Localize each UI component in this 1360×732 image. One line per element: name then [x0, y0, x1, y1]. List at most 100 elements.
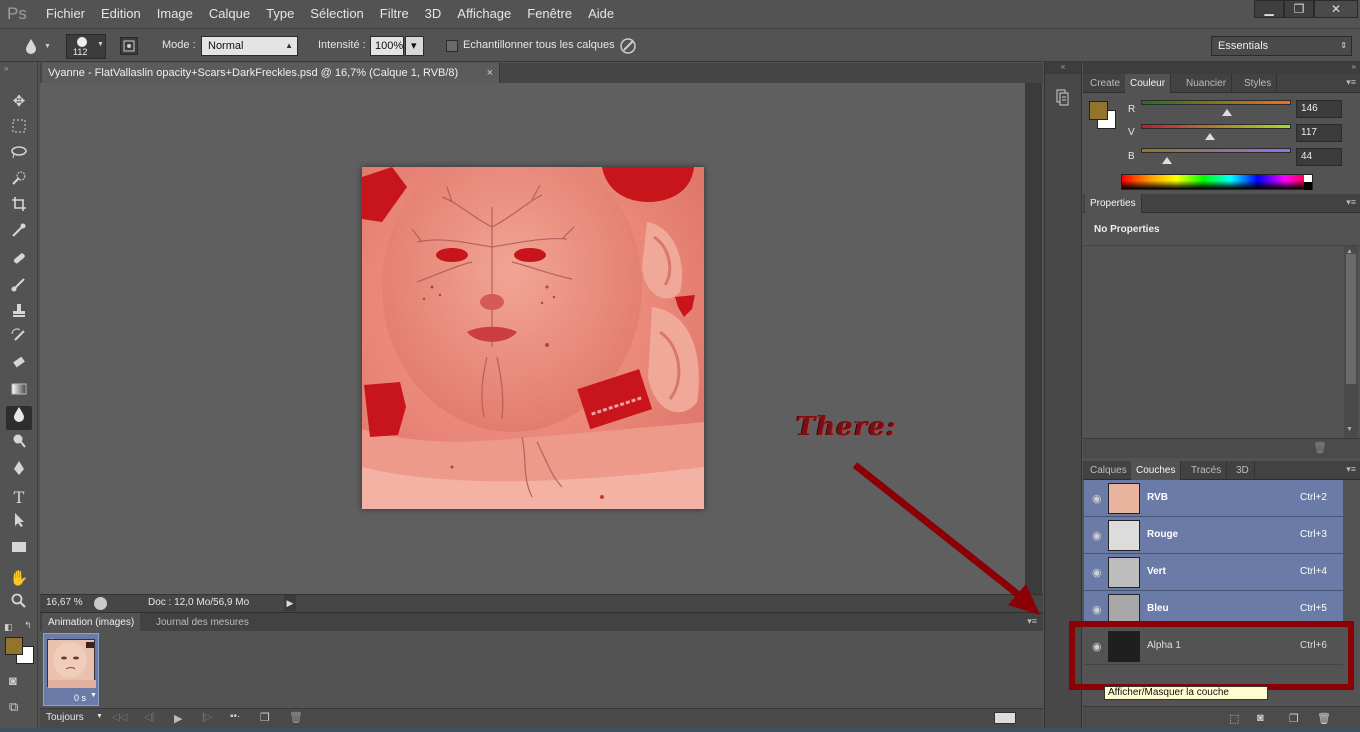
tab-paths[interactable]: Tracés — [1186, 461, 1228, 480]
blue-slider-thumb[interactable] — [1161, 157, 1172, 164]
menu-item-0[interactable]: Fichier — [38, 0, 93, 28]
tab-measurement-log[interactable]: Journal des mesures — [150, 613, 255, 632]
marquee-tool-icon[interactable] — [6, 117, 32, 141]
hand-tool-icon[interactable]: ✋ — [6, 567, 32, 591]
type-tool-icon[interactable]: T — [6, 486, 32, 510]
delete-channel-icon[interactable]: 🗑 — [1317, 712, 1331, 725]
eraser-tool-icon[interactable] — [6, 354, 32, 378]
menu-item-9[interactable]: Fenêtre — [519, 0, 580, 28]
menu-item-7[interactable]: 3D — [417, 0, 450, 28]
workspace-select[interactable]: Essentials ⇕ — [1211, 36, 1352, 56]
close-document-icon[interactable]: × — [487, 63, 493, 83]
preset-dropdown-arrow-icon[interactable]: ▼ — [44, 43, 51, 50]
status-info-icon[interactable] — [94, 597, 107, 610]
tab-animation[interactable]: Animation (images) — [42, 613, 141, 632]
color-panel-foreground-swatch[interactable] — [1089, 101, 1108, 120]
frame-delay-arrow-icon[interactable]: ▼ — [90, 692, 97, 699]
blue-slider-track[interactable] — [1141, 148, 1291, 153]
rectangle-tool-icon[interactable] — [6, 538, 32, 562]
menu-item-5[interactable]: Sélection — [302, 0, 371, 28]
minimize-button[interactable]: ▁ — [1254, 0, 1284, 18]
toolbar-collapse-icon[interactable]: » — [4, 64, 8, 73]
next-frame-icon[interactable]: |▷ — [202, 712, 212, 723]
tab-styles[interactable]: Styles — [1239, 74, 1278, 93]
menu-item-6[interactable]: Filtre — [372, 0, 417, 28]
tab-3d[interactable]: 3D — [1231, 461, 1255, 480]
status-menu-arrow-icon[interactable]: ▶ — [284, 595, 296, 611]
zoom-tool-icon[interactable] — [6, 593, 32, 617]
color-panel-menu-icon[interactable]: ▾≡ — [1346, 77, 1356, 88]
menu-item-3[interactable]: Calque — [201, 0, 258, 28]
tab-layers[interactable]: Calques — [1085, 461, 1133, 480]
loop-option[interactable]: Toujours — [46, 712, 84, 723]
red-slider-thumb[interactable] — [1221, 109, 1232, 116]
swap-colors-icon[interactable]: ↰ — [24, 620, 32, 631]
lasso-tool-icon[interactable] — [6, 143, 32, 167]
visibility-eye-icon[interactable]: ◉ — [1092, 492, 1102, 505]
channels-panel-menu-icon[interactable]: ▾≡ — [1346, 464, 1356, 475]
history-brush-tool-icon[interactable] — [6, 328, 32, 352]
loop-dropdown-icon[interactable]: ▼ — [96, 713, 103, 720]
restore-button[interactable]: ❐ — [1284, 0, 1314, 18]
blur-tool-icon[interactable] — [6, 406, 32, 430]
menu-item-1[interactable]: Edition — [93, 0, 149, 28]
eyedropper-tool-icon[interactable] — [6, 222, 32, 246]
foreground-color-swatch[interactable] — [5, 637, 23, 655]
blue-value-input[interactable]: 44 — [1296, 148, 1342, 166]
properties-scroll-down-icon[interactable]: ▼ — [1346, 426, 1353, 433]
visibility-eye-icon[interactable]: ◉ — [1092, 603, 1102, 616]
new-channel-icon[interactable]: ❐ — [1289, 712, 1299, 725]
visibility-eye-icon[interactable]: ◉ — [1092, 529, 1102, 542]
properties-scroll-thumb[interactable] — [1346, 254, 1356, 384]
load-selection-icon[interactable]: ⬚ — [1229, 712, 1239, 725]
animation-frame[interactable]: 1 0 s ▼ — [43, 633, 99, 706]
properties-scrollbar[interactable]: ▲ ▼ — [1344, 246, 1358, 438]
properties-panel-menu-icon[interactable]: ▾≡ — [1346, 197, 1356, 208]
menu-item-4[interactable]: Type — [258, 0, 302, 28]
pen-tool-icon[interactable] — [6, 460, 32, 484]
frame-delay[interactable]: 0 s — [74, 693, 86, 703]
channel-row-rgb[interactable]: ◉ RVB Ctrl+2 — [1084, 480, 1343, 517]
brush-tool-icon[interactable] — [6, 276, 32, 300]
menu-item-8[interactable]: Affichage — [449, 0, 519, 28]
clone-stamp-tool-icon[interactable] — [6, 302, 32, 326]
blur-tool-preset-icon[interactable] — [22, 37, 40, 55]
default-colors-icon[interactable]: ◧ — [4, 622, 13, 633]
gradient-tool-icon[interactable] — [6, 380, 32, 404]
screen-mode-icon[interactable]: ⧉ — [9, 699, 18, 715]
tween-icon[interactable]: ▪•· — [230, 711, 240, 722]
previous-frame-icon[interactable]: ◁| — [144, 712, 154, 723]
menu-item-10[interactable]: Aide — [580, 0, 622, 28]
close-window-button[interactable]: ✕ — [1314, 0, 1358, 18]
tab-properties[interactable]: Properties — [1085, 194, 1142, 213]
red-slider-track[interactable] — [1141, 100, 1291, 105]
visibility-eye-icon[interactable]: ◉ — [1092, 566, 1102, 579]
delete-frame-icon[interactable]: 🗑 — [289, 711, 303, 724]
brush-size-picker[interactable]: 112 ▼ — [66, 34, 106, 59]
document-tab[interactable]: Vyanne - FlatVallaslin opacity+Scars+Dar… — [42, 63, 500, 83]
play-icon[interactable]: ▶ — [174, 712, 182, 725]
properties-delete-icon[interactable]: 🗑 — [1313, 441, 1327, 454]
document-canvas-image[interactable] — [362, 142, 704, 509]
crop-tool-icon[interactable] — [6, 196, 32, 220]
red-value-input[interactable]: 146 — [1296, 100, 1342, 118]
intensity-dropdown-icon[interactable]: ▾ — [405, 36, 424, 56]
menu-item-2[interactable]: Image — [149, 0, 201, 28]
quick-selection-tool-icon[interactable] — [6, 170, 32, 194]
color-spectrum-ramp[interactable] — [1121, 174, 1313, 190]
channel-row-red[interactable]: ◉ Rouge Ctrl+3 — [1084, 517, 1343, 554]
path-selection-tool-icon[interactable] — [6, 512, 32, 536]
brush-panel-toggle-icon[interactable] — [120, 37, 138, 55]
save-selection-icon[interactable]: ◙ — [1257, 712, 1264, 724]
first-frame-icon[interactable]: ◁◁ — [112, 712, 127, 723]
quick-mask-icon[interactable]: ◙ — [9, 673, 17, 688]
healing-brush-tool-icon[interactable] — [6, 250, 32, 274]
dodge-tool-icon[interactable] — [6, 433, 32, 457]
history-panel-icon[interactable] — [1055, 88, 1073, 106]
duplicate-frame-icon[interactable]: ❐ — [260, 711, 270, 724]
pressure-stylus-icon[interactable] — [618, 36, 638, 56]
intensity-input[interactable]: 100% — [370, 36, 404, 56]
move-tool-icon[interactable]: ✥ — [6, 90, 32, 114]
right-dock-collapse-icon[interactable]: » — [1352, 62, 1356, 71]
tab-create[interactable]: Create — [1085, 74, 1127, 93]
